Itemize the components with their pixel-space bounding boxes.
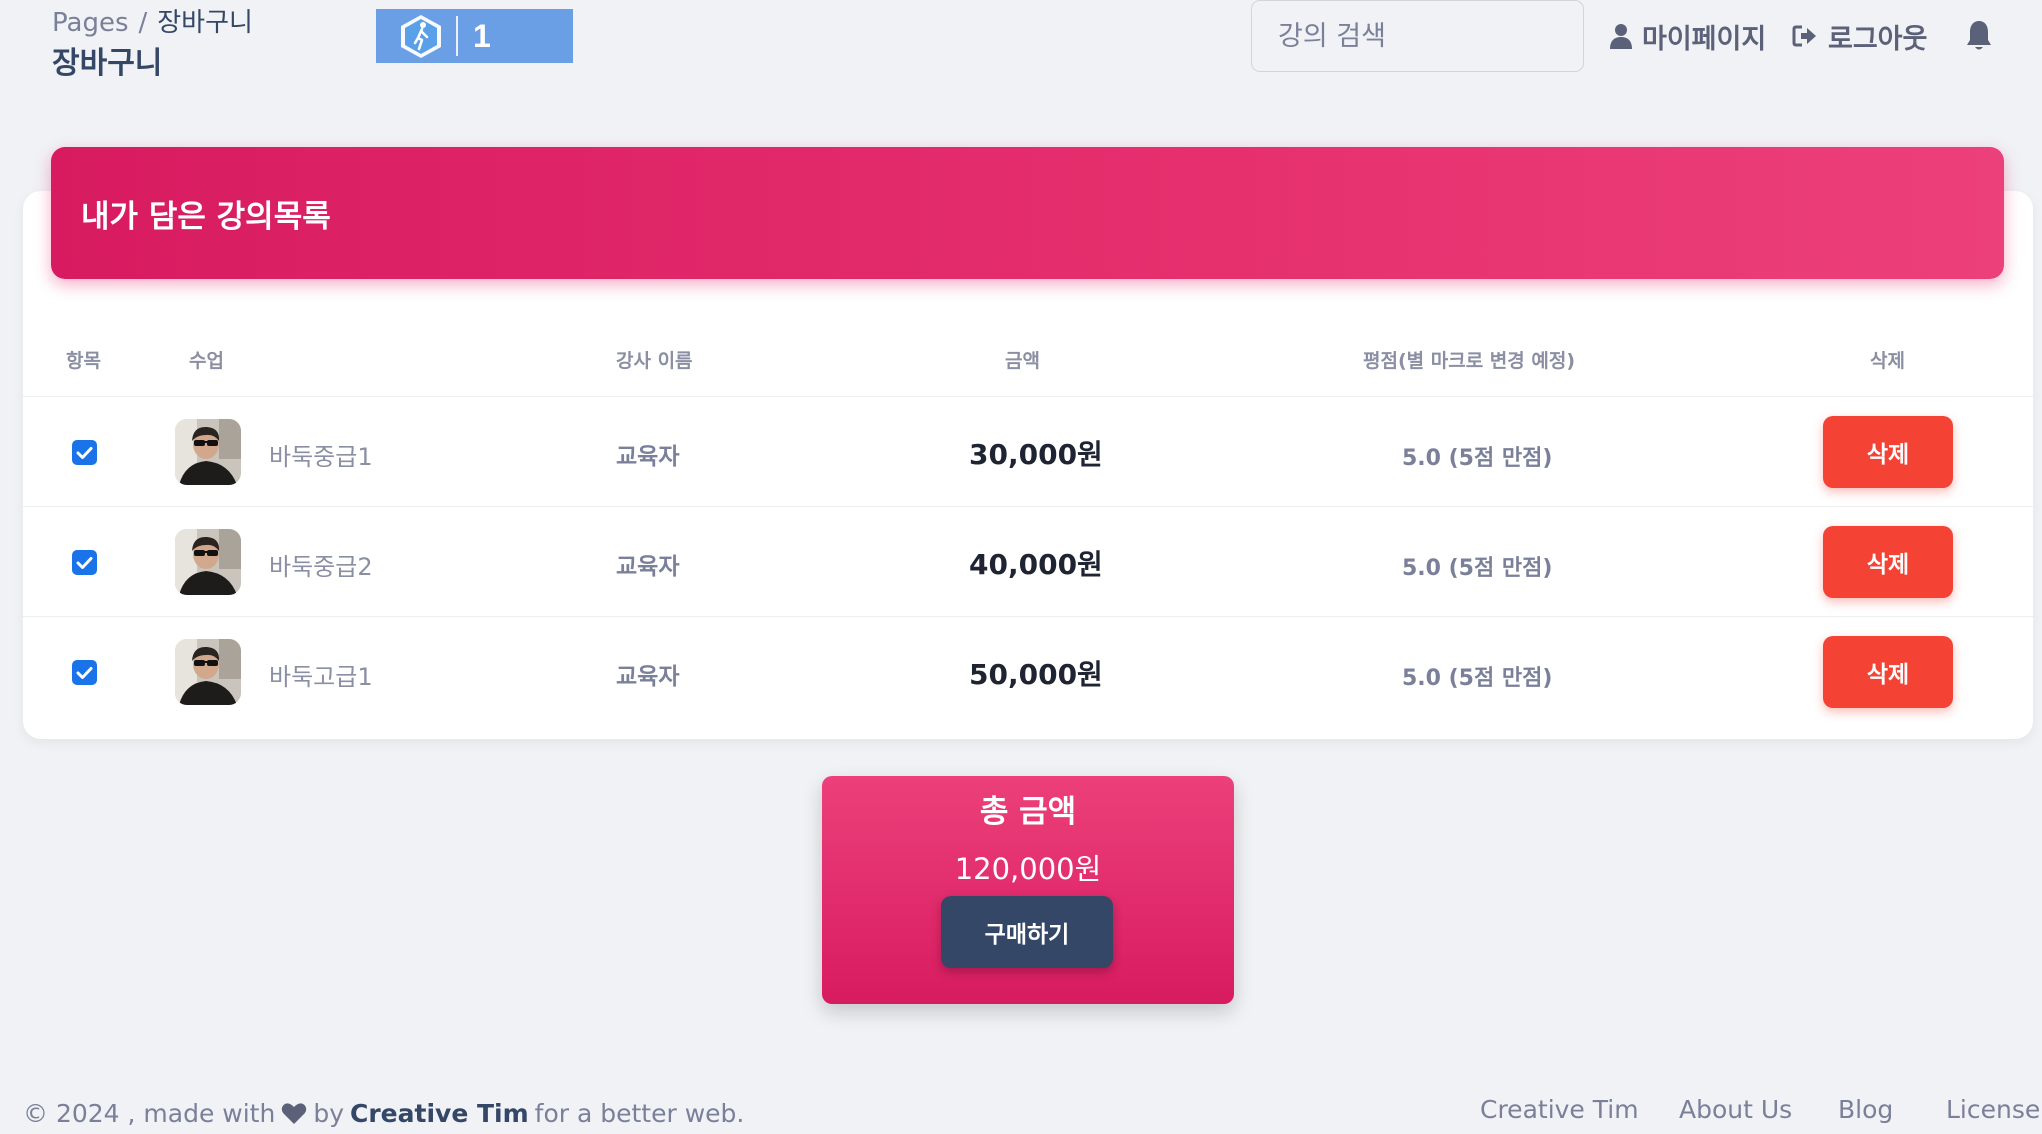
breadcrumb: Pages / 장바구니 [52,2,253,39]
badge-count: 1 [473,17,491,54]
column-header-delete: 삭제 [1870,350,1905,372]
course-rating: 5.0 (5점 만점) [1402,446,1553,471]
course-thumbnail [175,419,241,485]
column-header-course: 수업 [189,350,224,372]
delete-button[interactable]: 삭제 [1823,636,1953,708]
course-name[interactable]: 바둑중급2 [269,547,373,582]
copyright-tail: for a better web. [534,1099,745,1128]
check-icon [76,556,93,569]
logout-label: 로그아웃 [1828,23,1928,55]
footer-link-license[interactable]: License [1946,1095,2040,1124]
delete-button[interactable]: 삭제 [1823,416,1953,488]
teacher-name: 교육자 [616,444,680,470]
delete-button[interactable]: 삭제 [1823,526,1953,598]
course-rating: 5.0 (5점 만점) [1402,666,1553,691]
course-rating: 5.0 (5점 만점) [1402,556,1553,581]
table-row: 바둑중급2 교육자 40,000원 5.0 (5점 만점) 삭제 [23,506,2033,616]
footer-link-creative-tim[interactable]: Creative Tim [1480,1095,1639,1124]
user-icon [1610,24,1632,49]
instructor-photo [175,639,241,705]
instructor-photo [175,529,241,595]
column-header-price: 금액 [1005,350,1040,372]
table-row: 바둑고급1 교육자 50,000원 5.0 (5점 만점) 삭제 [23,616,2033,726]
copyright-by: by [313,1099,344,1128]
course-thumbnail [175,639,241,705]
breadcrumb-root[interactable]: Pages [52,8,129,38]
course-price: 30,000원 [969,438,1103,471]
check-icon [76,446,93,459]
column-header-rating: 평점(별 마크로 변경 예정) [1363,350,1576,372]
page-title: 장바구니 [52,46,163,81]
row-checkbox[interactable] [72,440,97,465]
column-header-teacher: 강사 이름 [616,350,693,372]
course-price: 40,000원 [969,548,1103,581]
teacher-name: 교육자 [616,554,680,580]
mypage-label: 마이페이지 [1642,23,1767,55]
breadcrumb-separator: / [138,8,148,38]
page: Pages/장바구니 장바구니 1 마이페이지 로그아웃 내가 담은 강 [0,0,2042,1134]
sign-out-icon [1792,25,1816,47]
teacher-name: 교육자 [616,664,680,690]
footer-link-about-us[interactable]: About Us [1679,1095,1792,1124]
total-summary: 총 금액 120,000원 구매하기 [822,776,1234,1004]
walking-hexagon-icon [401,15,441,58]
heart-icon [282,1103,307,1124]
footer-copyright: © 2024 , made with by Creative Tim for a… [23,1099,744,1128]
table-row: 바둑중급1 교육자 30,000원 5.0 (5점 만점) 삭제 [23,396,2033,506]
card-title: 내가 담은 강의목록 [81,198,331,235]
instructor-photo [175,419,241,485]
copyright-text: © 2024 , made with [23,1099,276,1128]
search-input[interactable] [1251,0,1584,72]
course-name[interactable]: 바둑중급1 [269,437,373,472]
course-price: 50,000원 [969,658,1103,691]
footer-link-blog[interactable]: Blog [1838,1095,1893,1124]
card-header: 내가 담은 강의목록 [51,147,2004,279]
accessibility-badge[interactable]: 1 [376,9,573,63]
course-name[interactable]: 바둑고급1 [269,657,373,692]
row-checkbox[interactable] [72,550,97,575]
column-header-item: 항목 [66,350,101,372]
course-thumbnail [175,529,241,595]
badge-divider [456,16,458,56]
total-title: 총 금액 [979,794,1077,830]
mypage-link[interactable]: 마이페이지 [1610,14,1766,58]
footer-brand-link[interactable]: Creative Tim [350,1099,529,1128]
breadcrumb-current: 장바구니 [157,8,253,38]
check-icon [76,666,93,679]
logout-link[interactable]: 로그아웃 [1792,14,1927,58]
row-checkbox[interactable] [72,660,97,685]
total-amount: 120,000원 [954,852,1102,886]
bell-icon[interactable] [1964,19,1994,53]
purchase-button[interactable]: 구매하기 [941,896,1113,968]
